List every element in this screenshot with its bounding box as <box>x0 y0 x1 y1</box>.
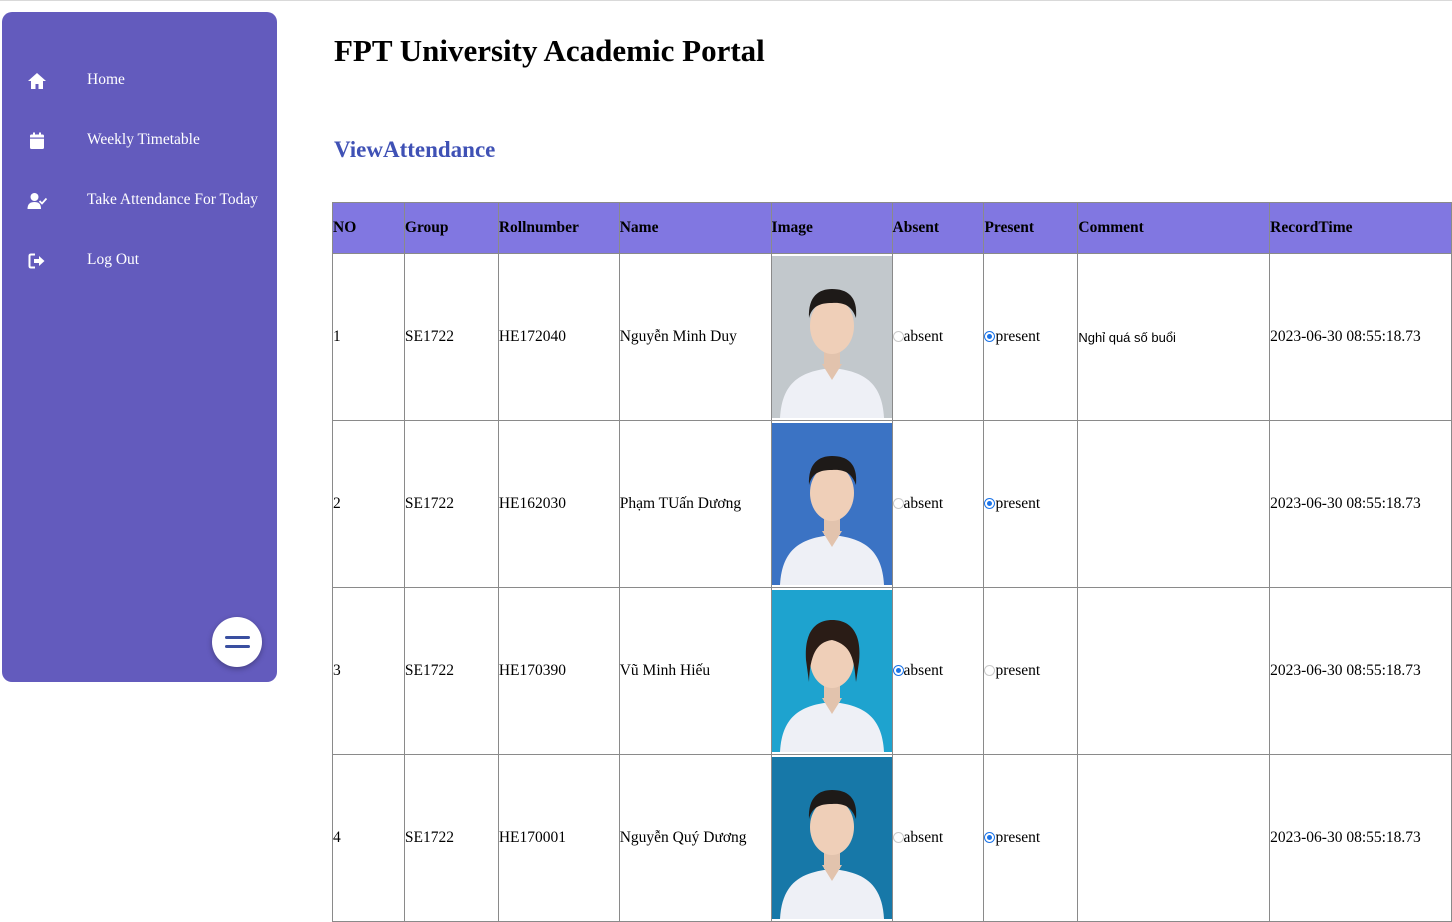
table-row: 4 SE1722 HE170001 Nguyễn Quý Dương absent pre… <box>332 754 1452 922</box>
present-radio[interactable] <box>984 664 996 676</box>
cell-recordtime: 2023-06-30 08:55:18.73 <box>1269 587 1452 755</box>
cell-absent: absent <box>891 754 985 922</box>
cell-no: 2 <box>332 420 405 588</box>
sidebar: Home Weekly Timetable Take Attendance Fo… <box>2 12 277 682</box>
cell-name: Nguyễn Quý Dương <box>618 754 772 922</box>
present-label: present <box>995 495 1041 512</box>
cell-recordtime: 2023-06-30 08:55:18.73 <box>1269 754 1452 922</box>
sidebar-item-label: Log Out <box>87 251 140 268</box>
cell-name: Phạm TUấn Dương <box>618 420 772 588</box>
cell-absent: absent <box>891 420 985 588</box>
table-row: 1 SE1722 HE172040 Nguyễn Minh Duy absent pres… <box>332 253 1452 421</box>
sidebar-item-label: Weekly Timetable <box>87 131 200 148</box>
cell-recordtime: 2023-06-30 08:55:18.73 <box>1269 420 1452 588</box>
cell-no: 4 <box>332 754 405 922</box>
sidebar-item-label: Take Attendance For Today <box>87 191 259 208</box>
cell-present: present <box>983 754 1079 922</box>
table-row: 3 SE1722 HE170390 Vũ Minh Hiếu absent present… <box>332 587 1452 755</box>
cell-rollnumber: HE162030 <box>497 420 620 588</box>
absent-radio[interactable] <box>892 664 904 676</box>
student-photo <box>771 590 892 752</box>
cell-no: 3 <box>332 587 405 755</box>
table-header-row: NO Group Rollnumber Name Image Absent Pr… <box>332 202 1452 254</box>
student-photo <box>771 757 892 919</box>
cell-absent: absent <box>891 253 985 421</box>
cell-group: SE1722 <box>403 253 499 421</box>
cell-rollnumber: HE172040 <box>497 253 620 421</box>
sidebar-item-home[interactable]: Home <box>2 61 277 101</box>
page-title: FPT University Academic Portal <box>334 33 765 68</box>
user-check-icon <box>27 191 47 211</box>
present-radio[interactable] <box>984 497 996 509</box>
cell-comment <box>1077 587 1271 755</box>
cell-absent: absent <box>891 587 985 755</box>
sidebar-item-label: Home <box>87 71 125 88</box>
cell-image <box>770 587 893 755</box>
column-header-comment: Comment <box>1077 202 1271 254</box>
column-header-rollnumber: Rollnumber <box>497 202 620 254</box>
cell-group: SE1722 <box>403 587 499 755</box>
column-header-recordtime: RecordTime <box>1269 202 1452 254</box>
cell-name: Nguyễn Minh Duy <box>618 253 772 421</box>
sidebar-item-take-attendance[interactable]: Take Attendance For Today <box>2 181 277 221</box>
cell-recordtime: 2023-06-30 08:55:18.73 <box>1269 253 1452 421</box>
student-photo <box>771 256 892 418</box>
table-row: 2 SE1722 HE162030 Phạm TUấn Dương absent pres… <box>332 420 1452 588</box>
column-header-present: Present <box>983 202 1079 254</box>
cell-image <box>770 253 893 421</box>
cell-group: SE1722 <box>403 754 499 922</box>
sign-out-icon <box>27 251 47 271</box>
absent-label: absent <box>903 328 944 345</box>
home-icon <box>27 71 47 91</box>
section-title: ViewAttendance <box>334 137 496 162</box>
absent-radio[interactable] <box>892 497 904 509</box>
present-label: present <box>995 662 1041 679</box>
column-header-absent: Absent <box>891 202 985 254</box>
absent-label: absent <box>903 662 944 679</box>
cell-comment <box>1077 754 1271 922</box>
column-header-name: Name <box>618 202 772 254</box>
present-label: present <box>995 829 1041 846</box>
present-radio[interactable] <box>984 831 996 843</box>
cell-image <box>770 420 893 588</box>
menu-toggle-button[interactable] <box>212 617 262 667</box>
cell-present: present <box>983 587 1079 755</box>
sidebar-item-weekly-timetable[interactable]: Weekly Timetable <box>2 121 277 161</box>
absent-label: absent <box>903 495 944 512</box>
cell-name: Vũ Minh Hiếu <box>618 587 772 755</box>
column-header-image: Image <box>770 202 893 254</box>
sidebar-item-log-out[interactable]: Log Out <box>2 241 277 281</box>
absent-radio[interactable] <box>892 831 904 843</box>
cell-image <box>770 754 893 922</box>
menu-icon <box>225 636 250 639</box>
present-radio[interactable] <box>984 330 996 342</box>
cell-rollnumber: HE170390 <box>497 587 620 755</box>
cell-present: present <box>983 253 1079 421</box>
attendance-table: NO Group Rollnumber Name Image Absent Pr… <box>332 202 1452 922</box>
calendar-icon <box>27 131 47 151</box>
absent-radio[interactable] <box>892 330 904 342</box>
cell-group: SE1722 <box>403 420 499 588</box>
cell-rollnumber: HE170001 <box>497 754 620 922</box>
cell-no: 1 <box>332 253 405 421</box>
column-header-group: Group <box>403 202 499 254</box>
present-label: present <box>995 328 1041 345</box>
absent-label: absent <box>903 829 944 846</box>
cell-comment <box>1077 420 1271 588</box>
cell-comment: Nghỉ quá số buổi <box>1077 253 1271 421</box>
column-header-no: NO <box>332 202 405 254</box>
student-photo <box>771 423 892 585</box>
cell-present: present <box>983 420 1079 588</box>
